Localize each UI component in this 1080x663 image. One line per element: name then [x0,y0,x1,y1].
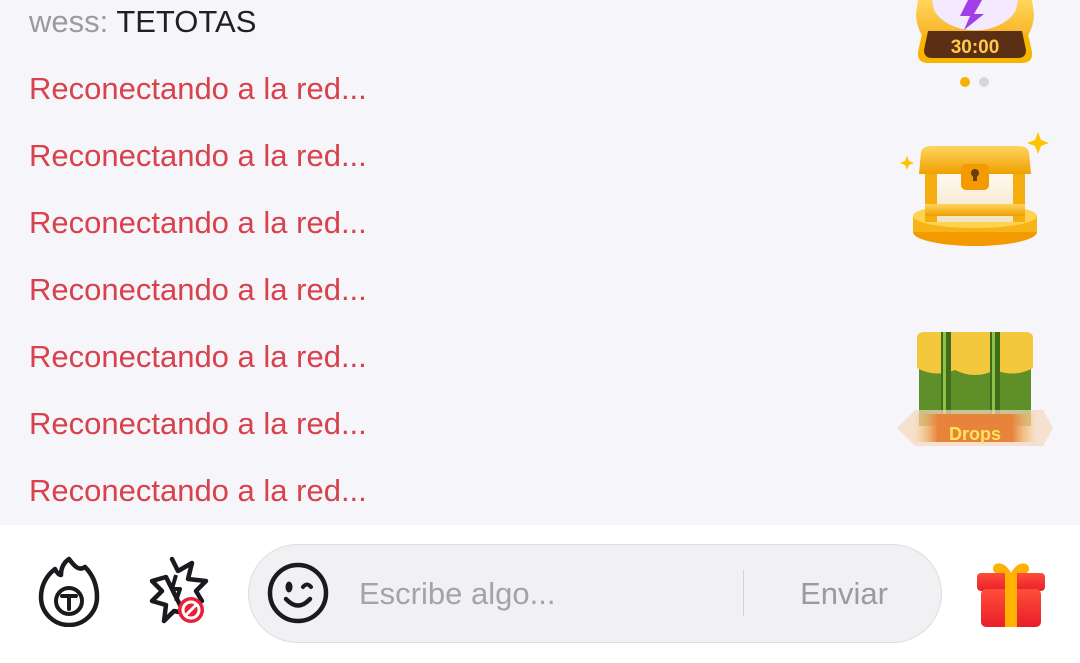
send-button[interactable]: Enviar [769,569,919,619]
system-message: Reconectando a la red... [29,272,367,307]
chat-username[interactable]: wess: [29,4,108,39]
system-message: Reconectando a la red... [29,406,367,441]
bottom-bar: Enviar [0,525,1080,663]
treasure-chest-widget[interactable] [895,128,1055,253]
chat-area: wess: TETOTAS Reconectando a la red... R… [0,0,1080,525]
system-message: Reconectando a la red... [29,205,367,240]
treasure-chest-icon [900,132,1049,246]
system-message: Reconectando a la red... [29,138,367,173]
system-message: Reconectando a la red... [29,339,367,374]
lightning-blocked-icon[interactable] [148,555,214,629]
gift-icon[interactable] [975,559,1047,629]
timer-text: 30:00 [951,37,1000,58]
timer-widget[interactable]: 30:00 [910,0,1040,95]
smiley-icon[interactable] [267,562,329,624]
system-message: Reconectando a la red... [29,473,367,508]
drops-widget[interactable]: Drops [895,328,1055,453]
page-dot-active [960,77,970,87]
system-message: Reconectando a la red... [29,71,367,106]
chat-message-text: TETOTAS [116,4,257,39]
drops-crate-icon: Drops [897,332,1053,446]
drops-label: Drops [949,424,1001,444]
message-input[interactable] [359,569,719,619]
flame-t-icon[interactable] [37,553,101,627]
chat-message: wess: TETOTAS [29,2,256,42]
input-divider [743,570,744,616]
chat-input-bar: Enviar [248,544,942,643]
page-dot [979,77,989,87]
timer-badge-icon: 30:00 [916,0,1034,87]
